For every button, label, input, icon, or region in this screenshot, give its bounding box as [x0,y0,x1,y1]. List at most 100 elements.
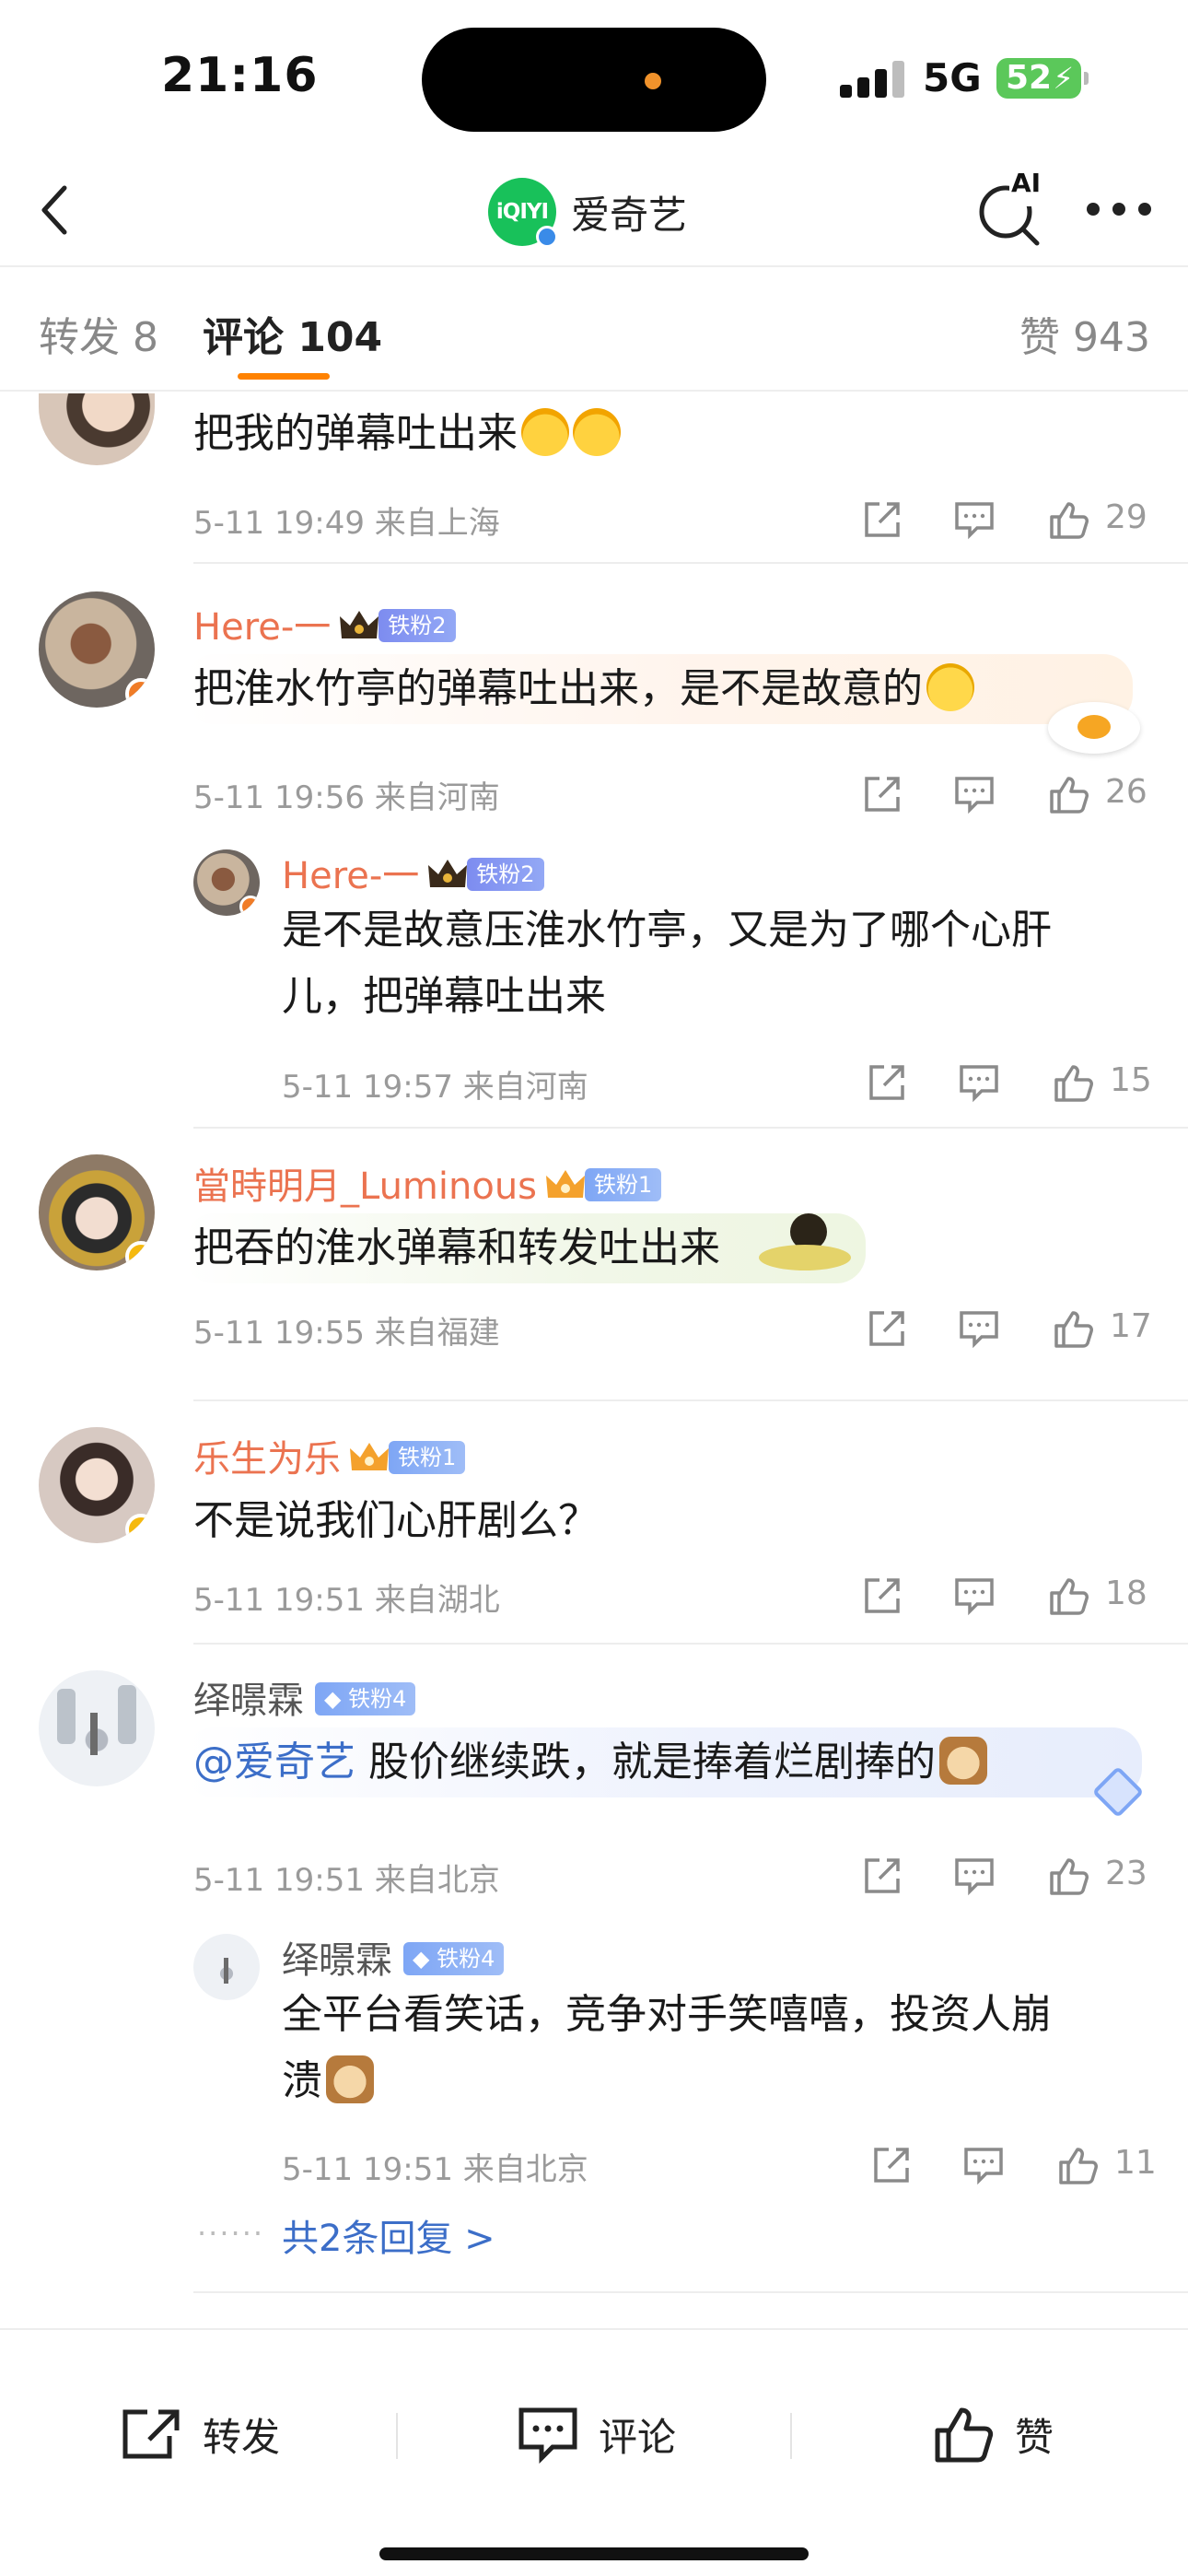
account-header[interactable]: iQIYI 爱奇艺 [488,177,688,248]
username[interactable]: 當時明月_Luminous 铁粉1 [193,1156,662,1210]
privacy-indicator-icon [645,73,661,89]
thumbs-up-icon [935,2407,994,2463]
like-label: 赞 [1015,2414,1054,2460]
fan-badge: 铁粉1 [585,1168,662,1201]
like-count: 18 [1105,1575,1147,1612]
comment-text: 不是说我们心肝剧么？ [193,1497,599,1544]
reply-icon[interactable] [958,1061,1000,1104]
comment-meta: 5-11 19:55 来自福建 [193,1315,500,1352]
user-avatar[interactable] [39,393,155,465]
comment-divider [193,562,1188,564]
crown-icon [340,611,379,638]
reply-icon[interactable] [953,1855,996,1897]
bar-separator [396,2413,398,2459]
comment-label: 评论 [599,2414,677,2460]
share-icon[interactable] [861,1855,903,1897]
reply-icon[interactable] [953,1575,996,1617]
verified-badge-icon [125,1241,155,1270]
repost-icon [122,2409,180,2459]
comment-actions: 29 [861,495,1156,546]
user-avatar[interactable] [39,1427,155,1543]
comment-text: 把我的弹幕吐出来 [193,401,621,467]
fan-badge: 铁粉1 [389,1441,466,1474]
view-more-replies-link[interactable]: 共2条回复 > [282,2208,495,2262]
reply-user-avatar[interactable] [193,1934,260,2000]
comment-divider [193,1643,1188,1645]
comment-actions: 17 [866,1304,1160,1355]
fan-badge: ◆ 铁粉4 [315,1682,416,1715]
home-indicator[interactable] [379,2547,809,2560]
repost-button[interactable]: 转发 [120,2402,280,2466]
reply-text-line-2: 儿，把弹幕吐出来 [282,973,606,1020]
like-icon[interactable] [1048,1575,1090,1617]
share-icon[interactable] [870,2144,913,2186]
charging-bolt-icon: ⚡ [1053,61,1074,96]
like-count: 23 [1105,1855,1147,1892]
user-avatar[interactable] [39,1670,155,1786]
like-icon[interactable] [1048,498,1090,541]
comment-meta: 5-11 19:56 来自河南 [193,779,500,816]
username[interactable]: Here-一 铁粉2 [193,597,456,650]
verified-badge-icon [125,1514,155,1543]
reply-text-line-1: 全平台看笑话，竞争对手笑嘻嘻，投资人崩 [282,1991,1052,2038]
status-bar: 21:16 5G 52 ⚡ [0,0,1188,157]
reply-username[interactable]: 绎暻霖 ◆ 铁粉4 [282,1930,505,1984]
comment-actions: 18 [861,1571,1156,1622]
reply-icon[interactable] [958,1307,1000,1350]
like-icon[interactable] [1048,1855,1090,1897]
dynamic-island [422,28,766,132]
like-icon[interactable] [1057,2144,1100,2186]
battery-icon: 52 ⚡ [996,58,1089,99]
tab-repost[interactable]: 转发 8 [39,304,158,363]
tab-bar: 转发 8 评论 104 赞 943 [0,267,1188,392]
verified-badge-icon [239,896,260,916]
fan-badge: ◆ 铁粉4 [403,1942,505,1975]
reply-username[interactable]: Here-一 铁粉2 [282,846,544,899]
user-avatar[interactable] [39,1154,155,1270]
verified-badge-icon [125,678,155,708]
comment-meta: 5-11 19:51 来自北京 [193,1862,500,1899]
like-icon[interactable] [1053,1061,1095,1104]
username[interactable]: 乐生为乐 铁粉1 [193,1429,466,1482]
battery-level: 52 [1006,59,1053,97]
reply-icon[interactable] [962,2144,1005,2186]
comment-button[interactable]: 评论 [516,2402,676,2466]
network-type: 5G [923,55,982,100]
like-icon[interactable] [1053,1307,1095,1350]
share-icon[interactable] [866,1061,908,1104]
reply-user-avatar[interactable] [193,849,260,916]
account-name: 爱奇艺 [571,192,688,238]
reply-icon[interactable] [953,498,996,541]
comment-list: 把我的弹幕吐出来 5-11 19:49 来自上海 29 Here-一 铁粉2 把淮… [0,393,1188,2328]
reply-meta: 5-11 19:51 来自北京 [282,2151,588,2188]
replies-leader-dots: ······ [197,2216,265,2251]
user-avatar[interactable] [39,591,155,708]
more-options-icon[interactable] [1087,203,1151,217]
tab-comments[interactable]: 评论 104 [203,304,382,363]
tab-likes[interactable]: 赞 943 [1019,304,1150,363]
back-arrow-icon[interactable] [33,181,79,240]
comment-text: @爱奇艺 股价继续跌，就是捧着烂剧捧的 [193,1729,987,1796]
comment-divider [193,2291,1188,2293]
verified-badge-icon [536,226,558,248]
share-icon[interactable] [861,1575,903,1617]
character-decoration [744,1210,856,1285]
comment-text: 把吞的淮水弹幕和转发吐出来 [193,1224,720,1271]
reply-text-line-2: 溃 [282,2048,374,2114]
reply-text-line-1: 是不是故意压淮水竹亭，又是为了哪个心肝 [282,907,1052,954]
mention-link[interactable]: @爱奇艺 [193,1739,355,1786]
crown-icon [428,860,468,887]
like-icon[interactable] [1048,773,1090,815]
fried-egg-decoration [1048,702,1140,754]
cellular-signal-icon [840,59,904,98]
reply-actions: 11 [870,2140,1165,2192]
comment-actions: 26 [861,769,1156,821]
fan-crown-icon [350,1443,389,1470]
username[interactable]: 绎暻霖 ◆ 铁粉4 [193,1670,416,1724]
reply-meta: 5-11 19:57 来自河南 [282,1069,588,1106]
share-icon[interactable] [861,773,903,815]
reply-icon[interactable] [953,773,996,815]
like-button[interactable]: 赞 [932,2402,1054,2466]
share-icon[interactable] [866,1307,908,1350]
share-icon[interactable] [861,498,903,541]
